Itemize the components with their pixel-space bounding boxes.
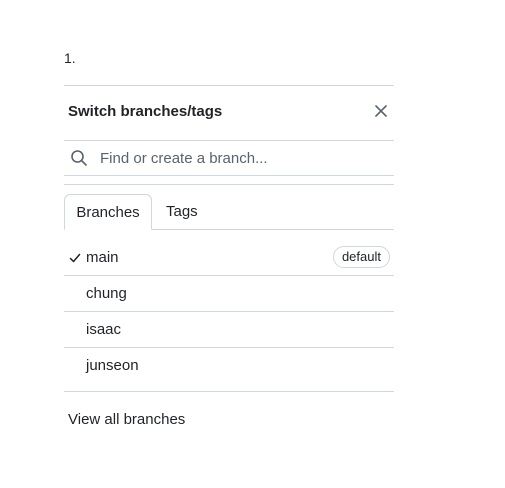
tab-branches[interactable]: Branches bbox=[64, 194, 152, 230]
search-icon bbox=[71, 150, 87, 166]
panel-title: Switch branches/tags bbox=[68, 103, 223, 120]
top-divider bbox=[64, 85, 394, 86]
branch-name: main bbox=[86, 249, 119, 266]
tab-tags[interactable]: Tags bbox=[166, 194, 198, 229]
tabs-underline bbox=[152, 229, 394, 230]
branch-row-main[interactable]: main default bbox=[64, 240, 394, 276]
search-divider bbox=[64, 175, 394, 176]
branch-row-isaac[interactable]: isaac bbox=[64, 312, 394, 348]
branch-name: chung bbox=[86, 285, 127, 302]
list-number: 1. bbox=[64, 50, 76, 66]
check-icon bbox=[69, 253, 81, 263]
branch-name: junseon bbox=[86, 357, 139, 374]
branch-row-chung[interactable]: chung bbox=[64, 276, 394, 312]
branch-row-junseon[interactable]: junseon bbox=[64, 348, 394, 383]
footer-divider bbox=[64, 391, 394, 392]
close-icon[interactable] bbox=[372, 102, 390, 120]
view-all-branches-link[interactable]: View all branches bbox=[68, 411, 185, 428]
tabs-divider bbox=[64, 184, 394, 185]
tab-bar: Branches Tags bbox=[64, 194, 394, 230]
branch-search-input[interactable] bbox=[94, 145, 390, 171]
default-badge: default bbox=[332, 246, 390, 268]
search-row bbox=[64, 141, 394, 175]
branch-name: isaac bbox=[86, 321, 122, 338]
branch-switcher-panel: Switch branches/tags Branches Tags main … bbox=[64, 85, 394, 445]
